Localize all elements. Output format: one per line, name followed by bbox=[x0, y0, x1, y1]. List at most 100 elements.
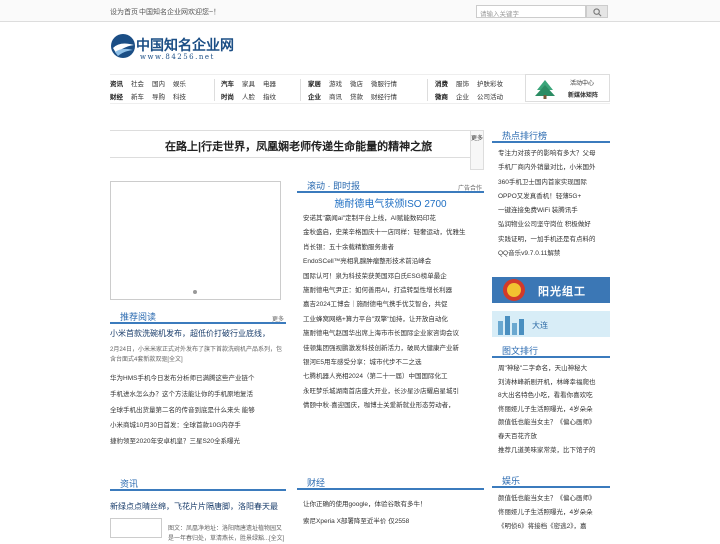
list-item[interactable]: 全球手机出货量第二名的传音到底是什么来头 能够 bbox=[110, 403, 286, 419]
ad-cooperation-link[interactable]: 广告合作 bbox=[458, 183, 482, 192]
activity-ad[interactable]: 活动中心 新媒体矩阵 bbox=[525, 74, 610, 102]
news-lead[interactable]: 新绿点点晴丝绵，飞花片片隔唐脚，洛阳春天最 bbox=[110, 501, 286, 512]
list-item[interactable]: 肖长银：五十余载精勤服务患者 bbox=[303, 241, 484, 255]
recommend-lead[interactable]: 小米首款洗碗机发布，超低价打破行业底线， bbox=[110, 328, 286, 339]
nav-item[interactable]: 电器 bbox=[263, 78, 276, 91]
list-item[interactable]: 弘润物业公司坚守岗位 积极做好 bbox=[498, 218, 604, 232]
search-button[interactable] bbox=[586, 5, 608, 18]
list-item[interactable]: 手机进水怎么办？这个方法能让你的手机原地复活 bbox=[110, 387, 286, 403]
list-item[interactable]: 佟丽娅儿子生活照曝光，4岁朵朵 bbox=[498, 506, 604, 520]
list-item[interactable]: 周"神秘"二字命名，天山神秘大 bbox=[498, 362, 604, 376]
more-button-side[interactable]: 更多 bbox=[470, 130, 484, 170]
list-item[interactable]: 让你正确的使用google，体验谷歌有多牛！ bbox=[303, 496, 484, 513]
list-item[interactable]: 安诺其"赢闻ai"定制平台上线，AI赋能数码印花 bbox=[303, 212, 484, 226]
slide-indicator[interactable] bbox=[193, 290, 197, 294]
rolling-title: 滚动 · 即时报 bbox=[307, 181, 360, 191]
list-item[interactable]: OPPO又发真香机！轻薄5G+ bbox=[498, 190, 604, 204]
nav-item[interactable]: 游戏 bbox=[329, 78, 342, 91]
list-item[interactable]: 七腾机器人亮相2024（第二十一届）中国国际化工 bbox=[303, 370, 484, 384]
nav-item[interactable]: 贷款 bbox=[350, 91, 363, 104]
nav-item[interactable]: 娱乐 bbox=[173, 78, 186, 91]
list-item[interactable]: 捷豹领至2020年安卓机皇？三星S20全系曝光 bbox=[110, 434, 286, 450]
nav-item[interactable]: 指纹 bbox=[263, 91, 276, 104]
banner-dalian[interactable]: 大连 bbox=[492, 311, 610, 337]
list-item[interactable]: QQ音乐v9.7.0.11解禁 bbox=[498, 247, 604, 261]
nav-item[interactable]: 护肤彩妆 bbox=[477, 78, 503, 91]
rolling-headline[interactable]: 施耐德电气获颁ISO 2700 bbox=[297, 195, 484, 210]
list-item[interactable]: 专注力对孩子的影响有多大？父母 bbox=[498, 147, 604, 161]
list-item[interactable]: 360手机卫士国内首家实现国际 bbox=[498, 176, 604, 190]
nav-item[interactable]: 财经行情 bbox=[371, 91, 397, 104]
list-item[interactable]: 春天百花齐放 bbox=[498, 430, 604, 444]
list-item[interactable]: EndoSCell™亮相乳腺肿瘤整形技术前沿峰会 bbox=[303, 255, 484, 269]
ad-line2: 新媒体矩阵 bbox=[568, 93, 599, 99]
nav-item[interactable]: 财经 bbox=[110, 94, 123, 101]
nav-item[interactable]: 企业 bbox=[308, 94, 321, 101]
nav-item[interactable]: 家具 bbox=[242, 78, 255, 91]
list-item[interactable]: 嘉吉2024工博会｜施耐德电气携手优艾智合，共促 bbox=[303, 298, 484, 312]
slideshow-image[interactable] bbox=[110, 181, 281, 300]
list-item[interactable]: 8大出名特色小吃，看看你喜欢吃 bbox=[498, 389, 604, 403]
nav-item[interactable]: 微服行情 bbox=[371, 78, 397, 91]
search-icon bbox=[593, 8, 602, 17]
list-item[interactable]: 永旺梦乐城湖南首店盛大开业，长沙星沙店耀启星城引 bbox=[303, 385, 484, 399]
nav-item[interactable]: 微商 bbox=[435, 94, 448, 101]
nav-item[interactable]: 国内 bbox=[152, 78, 165, 91]
headline-link[interactable]: 在路上|行走世界，凤凰娴老师传递生命能量的精神之旅 bbox=[165, 138, 432, 154]
ent-header: 娱乐 bbox=[492, 473, 610, 488]
finance-title: 财经 bbox=[307, 478, 326, 488]
news-thumb[interactable] bbox=[110, 518, 162, 538]
list-item[interactable]: 颜值低也能当女主？《偏心画师》 bbox=[498, 416, 604, 430]
list-item[interactable]: 工业蜂窝网络+算力平台"双擎"加持，让开放自动化 bbox=[303, 313, 484, 327]
list-item[interactable]: 华为HMS手机今日发布分析师已满腾这些产业链个 bbox=[110, 371, 286, 387]
more-link[interactable]: 更多 bbox=[272, 314, 284, 323]
nav-item[interactable]: 科技 bbox=[173, 91, 186, 104]
list-item[interactable]: 一键连接免费WiFi 装腾讯手 bbox=[498, 204, 604, 218]
list-item[interactable]: 施耐德电气赵国华出席上海市市长国际企业家咨询会议 bbox=[303, 327, 484, 341]
news-desc: 图文：凤凰净地址：洛阳隋唐遗址植物园又是一年春归处，草清燕长，胜景绿豁...[全… bbox=[168, 526, 285, 542]
list-item[interactable]: 银河E5用车感受分享：城市代步不二之选 bbox=[303, 356, 484, 370]
list-item[interactable]: 佳顿集团强视鹏激发科技创新活力，破局大健康产业新 bbox=[303, 342, 484, 356]
set-home-link[interactable]: 设为首页 bbox=[110, 7, 138, 17]
search-input[interactable]: 请输入关键字 bbox=[476, 5, 586, 18]
hot-ranking: 热点排行榜 专注力对孩子的影响有多大？父母 手机厂商内外销量对比，小米国外 36… bbox=[492, 128, 610, 265]
nav-item[interactable]: 资讯 bbox=[110, 81, 123, 88]
list-item[interactable]: 施耐德电气尹正：如何善用AI，打造转型性增长利器 bbox=[303, 284, 484, 298]
list-item[interactable]: 佟丽娅儿子生活照曝光，4岁朵朵 bbox=[498, 403, 604, 417]
news-header: 资讯 bbox=[110, 476, 286, 491]
list-item[interactable]: 实践证明，一加手机还是有点料的 bbox=[498, 233, 604, 247]
list-item[interactable]: 倩颐中秋·喜迎国庆，咖博士关爱新就业形态劳动者， bbox=[303, 399, 484, 413]
nav-item[interactable]: 汽车 bbox=[221, 81, 234, 88]
party-emblem-icon bbox=[503, 279, 525, 301]
list-item[interactable]: 手机厂商内外销量对比，小米国外 bbox=[498, 161, 604, 175]
nav-item[interactable]: 社会 bbox=[131, 78, 144, 91]
banner-sunshine[interactable]: 阳光组工 bbox=[492, 277, 610, 303]
nav-item[interactable]: 公司活动 bbox=[477, 91, 503, 104]
logo-title: 中国知名企业网 bbox=[136, 38, 234, 54]
nav-item[interactable]: 商讯 bbox=[329, 91, 342, 104]
nav-item[interactable]: 服饰 bbox=[456, 78, 469, 91]
list-item[interactable]: 颜值低也能当女主？《偏心画师》 bbox=[498, 492, 604, 506]
list-item[interactable]: 小米商城10月30日首发：全球首款10G内存手 bbox=[110, 418, 286, 434]
pic-ranking-section: 图文排行 周"神秘"二字命名，天山神秘大 刘涛林峰新剧开机，林峰幸福爬也 8大出… bbox=[492, 343, 610, 461]
list-item[interactable]: 索尼Xperia X部署降至近半价 仅2558 bbox=[303, 513, 484, 530]
list-item[interactable]: 刘涛林峰新剧开机，林峰幸福爬也 bbox=[498, 376, 604, 390]
list-item[interactable]: 国际认可！泉为科技荣获美国邓白氏ESG榜单最企 bbox=[303, 270, 484, 284]
list-item[interactable]: 推荐几道美味家常菜，比下馆子的 bbox=[498, 444, 604, 458]
headline-bar: 在路上|行走世界，凤凰娴老师传递生命能量的精神之旅 bbox=[110, 130, 470, 158]
list-item[interactable]: 《明侦6》将接档《密逃2》，嘉 bbox=[498, 520, 604, 534]
top-bar: 设为首页 中国知名企业网欢迎您~！ 请输入关键字 bbox=[0, 0, 720, 22]
nav-item[interactable]: 新车 bbox=[131, 91, 144, 104]
nav-item[interactable]: 人脸 bbox=[242, 91, 255, 104]
nav-item[interactable]: 消费 bbox=[435, 81, 448, 88]
list-item[interactable]: 金秋盛启，史莱辛格国庆十一店同样：轻奢运动，优雅生 bbox=[303, 226, 484, 240]
nav-item[interactable]: 企业 bbox=[456, 91, 469, 104]
nav-item[interactable]: 时尚 bbox=[221, 94, 234, 101]
finance-header: 财经 bbox=[297, 475, 484, 490]
nav-item[interactable]: 导购 bbox=[152, 91, 165, 104]
nav-group-1: 资讯 社会 国内 娱乐 财经 新车 导购 科技 bbox=[110, 78, 194, 104]
logo-url: www.84256.net bbox=[140, 53, 215, 61]
welcome-text: 中国知名企业网欢迎您~！ bbox=[139, 9, 221, 16]
nav-item[interactable]: 家居 bbox=[308, 81, 321, 88]
nav-item[interactable]: 微店 bbox=[350, 78, 363, 91]
